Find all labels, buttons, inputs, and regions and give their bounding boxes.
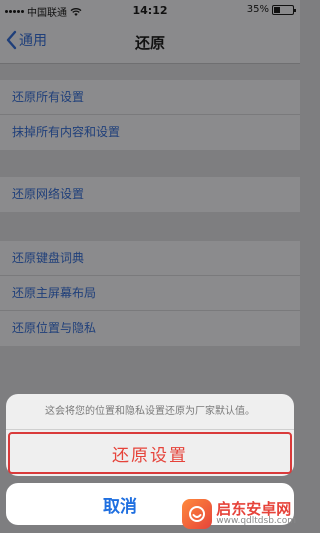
action-sheet-message: 这会将您的位置和隐私设置还原为厂家默认值。 [6,394,294,430]
watermark-logo-icon [182,499,213,529]
reset-network-settings-item[interactable]: 还原网络设置 [0,177,300,212]
smile-icon [189,506,206,522]
battery-percent: 35% [246,4,269,15]
erase-all-content-item[interactable]: 抹掉所有内容和设置 [0,115,300,150]
reset-location-privacy-item[interactable]: 还原位置与隐私 [0,311,300,346]
watermark-url: www.qdltdsb.com [216,516,296,527]
reset-keyboard-dictionary-item[interactable]: 还原键盘词典 [0,241,300,276]
battery-fill [274,6,280,13]
reset-all-settings-item[interactable]: 还原所有设置 [0,80,300,115]
battery-icon [272,4,296,15]
settings-group-network: 还原网络设置 [0,177,300,212]
reset-home-screen-layout-item[interactable]: 还原主屏幕布局 [0,276,300,311]
page-title: 还原 [134,34,165,52]
action-sheet: 这会将您的位置和隐私设置还原为厂家默认值。 还原设置 [6,394,294,476]
status-right: 35% [246,4,296,15]
watermark-text: 启东安卓网 www.qdltdsb.com [216,501,296,527]
cancel-label: 取消 [103,496,137,517]
watermark-name: 启东安卓网 [216,499,292,518]
status-bar: 中国联通 14:12 35% [0,0,300,20]
reset-settings-button[interactable]: 还原设置 [8,432,292,474]
site-watermark: 启东安卓网 www.qdltdsb.com [182,499,296,529]
settings-group-other: 还原键盘词典 还原主屏幕布局 还原位置与隐私 [0,241,300,346]
settings-group-reset-all: 还原所有设置 抹掉所有内容和设置 [0,80,300,150]
navigation-bar: 通用 还原 [0,20,300,64]
